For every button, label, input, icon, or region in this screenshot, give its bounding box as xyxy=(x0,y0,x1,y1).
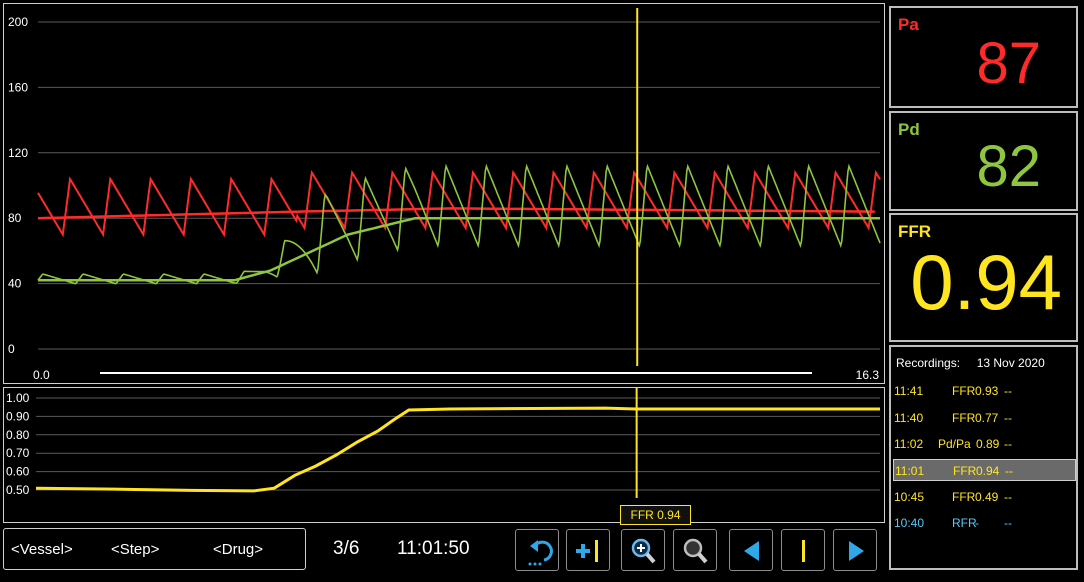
recording-suffix: -- xyxy=(1004,384,1012,398)
plus-marker-icon xyxy=(576,540,598,562)
ffr-value: 0.94 xyxy=(910,238,1062,326)
recording-time: 11:41 xyxy=(894,384,924,398)
recording-item[interactable]: 11:02 Pd/Pa 0.89 -- xyxy=(893,433,1076,455)
recording-type: FFR xyxy=(952,384,976,398)
triangle-left-icon xyxy=(744,541,759,561)
recordings-panel: Recordings: 13 Nov 2020 11:41 FFR 0.93 -- 11… xyxy=(889,345,1078,570)
zoom-out-icon xyxy=(683,538,708,564)
recording-suffix: -- xyxy=(1004,516,1012,530)
recording-suffix: -- xyxy=(1004,437,1012,451)
recording-suffix: -- xyxy=(1004,490,1012,504)
recording-value: 0.77 xyxy=(975,411,999,425)
y-tick-label: 160 xyxy=(8,80,28,94)
drug-button[interactable]: <Drug> xyxy=(213,541,263,558)
recording-item[interactable]: 11:40 FFR 0.77 -- xyxy=(893,407,1076,429)
pd-value: 82 xyxy=(976,134,1041,199)
recording-time: 10:40 xyxy=(894,516,925,530)
recordings-title: Recordings: xyxy=(896,356,961,370)
zoom-in-icon xyxy=(631,538,656,564)
recording-type: FFR xyxy=(952,490,976,504)
pd-label: Pd xyxy=(898,120,920,139)
y-tick-label: 0 xyxy=(8,342,15,356)
triangle-right-icon xyxy=(849,541,864,561)
y-tick-label: 200 xyxy=(8,15,28,29)
recording-item[interactable]: 10:40 RFR - -- xyxy=(893,512,1076,534)
recording-value: 0.94 xyxy=(976,464,1000,478)
next-button[interactable] xyxy=(833,529,877,571)
step-button[interactable]: <Step> xyxy=(111,541,159,558)
y-tick-label: 0.60 xyxy=(6,465,30,479)
y-tick-label: 0.70 xyxy=(6,446,30,460)
recordings-header: Recordings: 13 Nov 2020 xyxy=(896,356,1045,370)
y-tick-label: 80 xyxy=(8,211,22,225)
y-tick-label: 120 xyxy=(8,146,28,160)
pa-label: Pa xyxy=(898,15,919,34)
recordings-date: 13 Nov 2020 xyxy=(976,356,1045,370)
page-indicator: 3/6 xyxy=(333,538,360,559)
y-tick-label: 0.50 xyxy=(6,483,30,497)
x-range-end-label: 16.3 xyxy=(856,368,880,382)
recording-type: FFR xyxy=(953,464,977,478)
recording-item[interactable]: 11:01 FFR 0.94 -- xyxy=(893,459,1076,481)
add-marker-button[interactable] xyxy=(566,529,610,571)
recording-value: - xyxy=(975,516,979,530)
charts-svg: 200 160 120 80 40 0 0.0 16.3 1.00 0.90 0.80 0.70 0.6… xyxy=(6,8,881,498)
cursor-ffr-tooltip: FFR 0.94 xyxy=(620,505,691,525)
marker-button[interactable] xyxy=(781,529,825,571)
recording-value: 0.93 xyxy=(975,384,999,398)
time-display: 11:01:50 xyxy=(397,538,470,559)
undo-arrow-icon xyxy=(528,540,553,566)
tag-bar: <Vessel> <Step> <Drug> xyxy=(3,528,306,570)
y-tick-label: 0.90 xyxy=(6,409,30,423)
y-tick-label: 0.80 xyxy=(6,428,30,442)
vessel-button[interactable]: <Vessel> xyxy=(11,541,73,558)
recording-value: 0.89 xyxy=(976,437,1000,451)
marker-line-icon xyxy=(802,540,805,562)
recording-time: 11:40 xyxy=(894,411,924,425)
y-tick-label: 40 xyxy=(8,277,22,291)
recording-type: Pd/Pa xyxy=(938,437,971,451)
zoom-in-button[interactable] xyxy=(621,529,665,571)
recording-suffix: -- xyxy=(1004,411,1012,425)
y-tick-label: 1.00 xyxy=(6,391,30,405)
recording-item[interactable]: 11:41 FFR 0.93 -- xyxy=(893,380,1076,402)
recording-suffix: -- xyxy=(1005,464,1013,478)
pd-readout: Pd 82 xyxy=(889,111,1078,211)
pa-readout: Pa 87 xyxy=(889,6,1078,108)
undo-button[interactable] xyxy=(515,529,559,571)
pa-waveform-line xyxy=(37,169,881,238)
ffr-readout: FFR 0.94 xyxy=(889,213,1078,342)
pa-value: 87 xyxy=(976,31,1041,96)
previous-button[interactable] xyxy=(729,529,773,571)
recording-item[interactable]: 10:45 FFR 0.49 -- xyxy=(893,486,1076,508)
zoom-out-button[interactable] xyxy=(673,529,717,571)
recording-value: 0.49 xyxy=(975,490,999,504)
x-range-start-label: 0.0 xyxy=(33,368,50,382)
recording-time: 11:02 xyxy=(894,437,924,451)
recording-type: FFR xyxy=(952,411,976,425)
recording-type: RFR xyxy=(952,516,977,530)
recording-time: 11:01 xyxy=(895,464,925,478)
recording-time: 10:45 xyxy=(894,490,925,504)
ffr-trend-line xyxy=(35,406,880,493)
